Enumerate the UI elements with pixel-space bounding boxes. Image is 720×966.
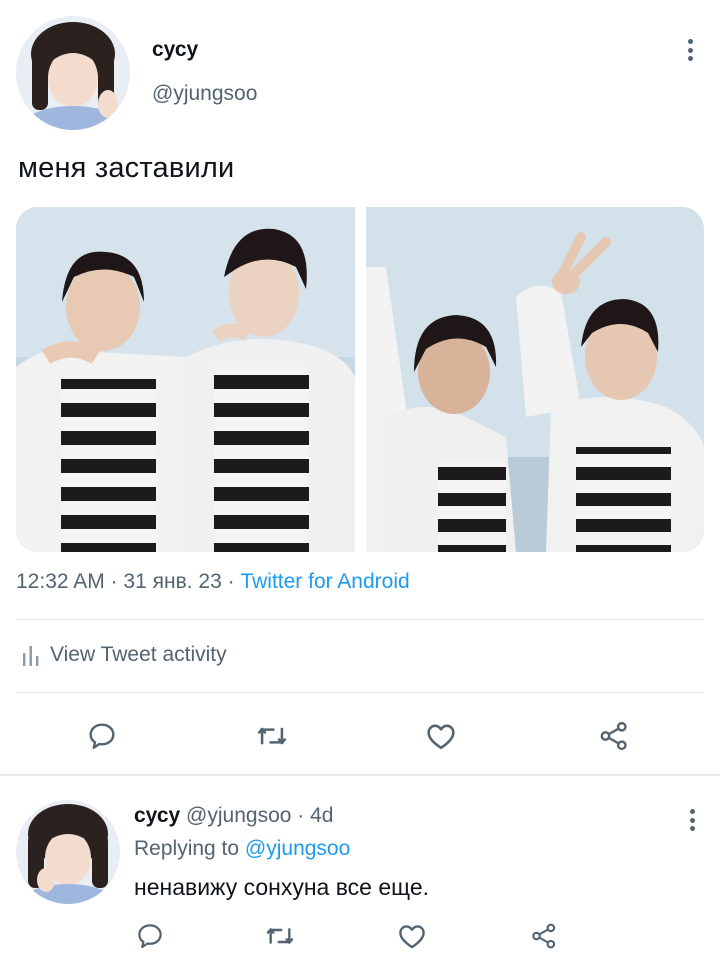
reply-handle[interactable]: @yjungsoo <box>186 804 291 827</box>
like-icon <box>399 925 425 949</box>
reply-button[interactable] <box>82 716 122 756</box>
activity-label: View Tweet activity <box>50 643 227 666</box>
divider <box>16 692 704 693</box>
tweet-photo-1[interactable] <box>16 207 355 552</box>
share-icon <box>600 721 627 751</box>
section-separator <box>0 774 720 776</box>
reply-share-button[interactable] <box>526 918 562 954</box>
tweet-time: 12:32 AM <box>16 570 105 593</box>
meta-separator: · <box>110 570 124 593</box>
reply-age: 4d <box>310 804 334 827</box>
retweet-icon <box>257 727 287 745</box>
reply-icon <box>138 924 162 949</box>
retweet-button[interactable] <box>252 716 292 756</box>
reply-header: сусу @yjungsoo · 4d <box>134 804 333 828</box>
meta-separator: · <box>227 570 241 593</box>
reply-separator: · <box>297 804 311 827</box>
view-tweet-activity[interactable]: View Tweet activity <box>22 643 227 667</box>
author-avatar[interactable] <box>16 16 130 130</box>
reply-retweet-button[interactable] <box>262 918 298 954</box>
like-button[interactable] <box>421 716 461 756</box>
tweet-meta: 12:32 AM · 31 янв. 23 · Twitter for Andr… <box>16 570 410 594</box>
retweet-icon <box>266 928 294 944</box>
reply-more-options-icon[interactable] <box>680 806 704 834</box>
reply-icon <box>89 723 115 749</box>
author-handle[interactable]: @yjungsoo <box>152 82 257 106</box>
tweet-text: меня заставили <box>18 152 235 184</box>
reply-display-name[interactable]: сусу <box>134 804 180 827</box>
like-icon <box>427 724 455 750</box>
tweet-photo-2[interactable] <box>366 207 704 552</box>
replying-to-mention[interactable]: @yjungsoo <box>245 837 350 860</box>
tweet-source-link[interactable]: Twitter for Android <box>240 570 409 593</box>
replying-prefix: Replying to <box>134 837 240 860</box>
share-button[interactable] <box>594 716 634 756</box>
main-tweet: сусу @yjungsoo меня заставили 12:32 AM ·… <box>0 0 720 776</box>
reply-text: ненавижу сонхуна все еще. <box>134 874 430 900</box>
replying-to: Replying to @yjungsoo <box>134 837 350 861</box>
analytics-icon <box>23 646 39 666</box>
reply-reply-button[interactable] <box>132 918 168 954</box>
divider <box>16 619 704 620</box>
reply-like-button[interactable] <box>394 918 430 954</box>
author-display-name[interactable]: сусу <box>152 38 198 62</box>
reply-author-avatar[interactable] <box>16 800 120 904</box>
more-options-icon[interactable] <box>678 36 702 64</box>
share-icon <box>532 923 556 949</box>
tweet-date: 31 янв. 23 <box>123 570 222 593</box>
